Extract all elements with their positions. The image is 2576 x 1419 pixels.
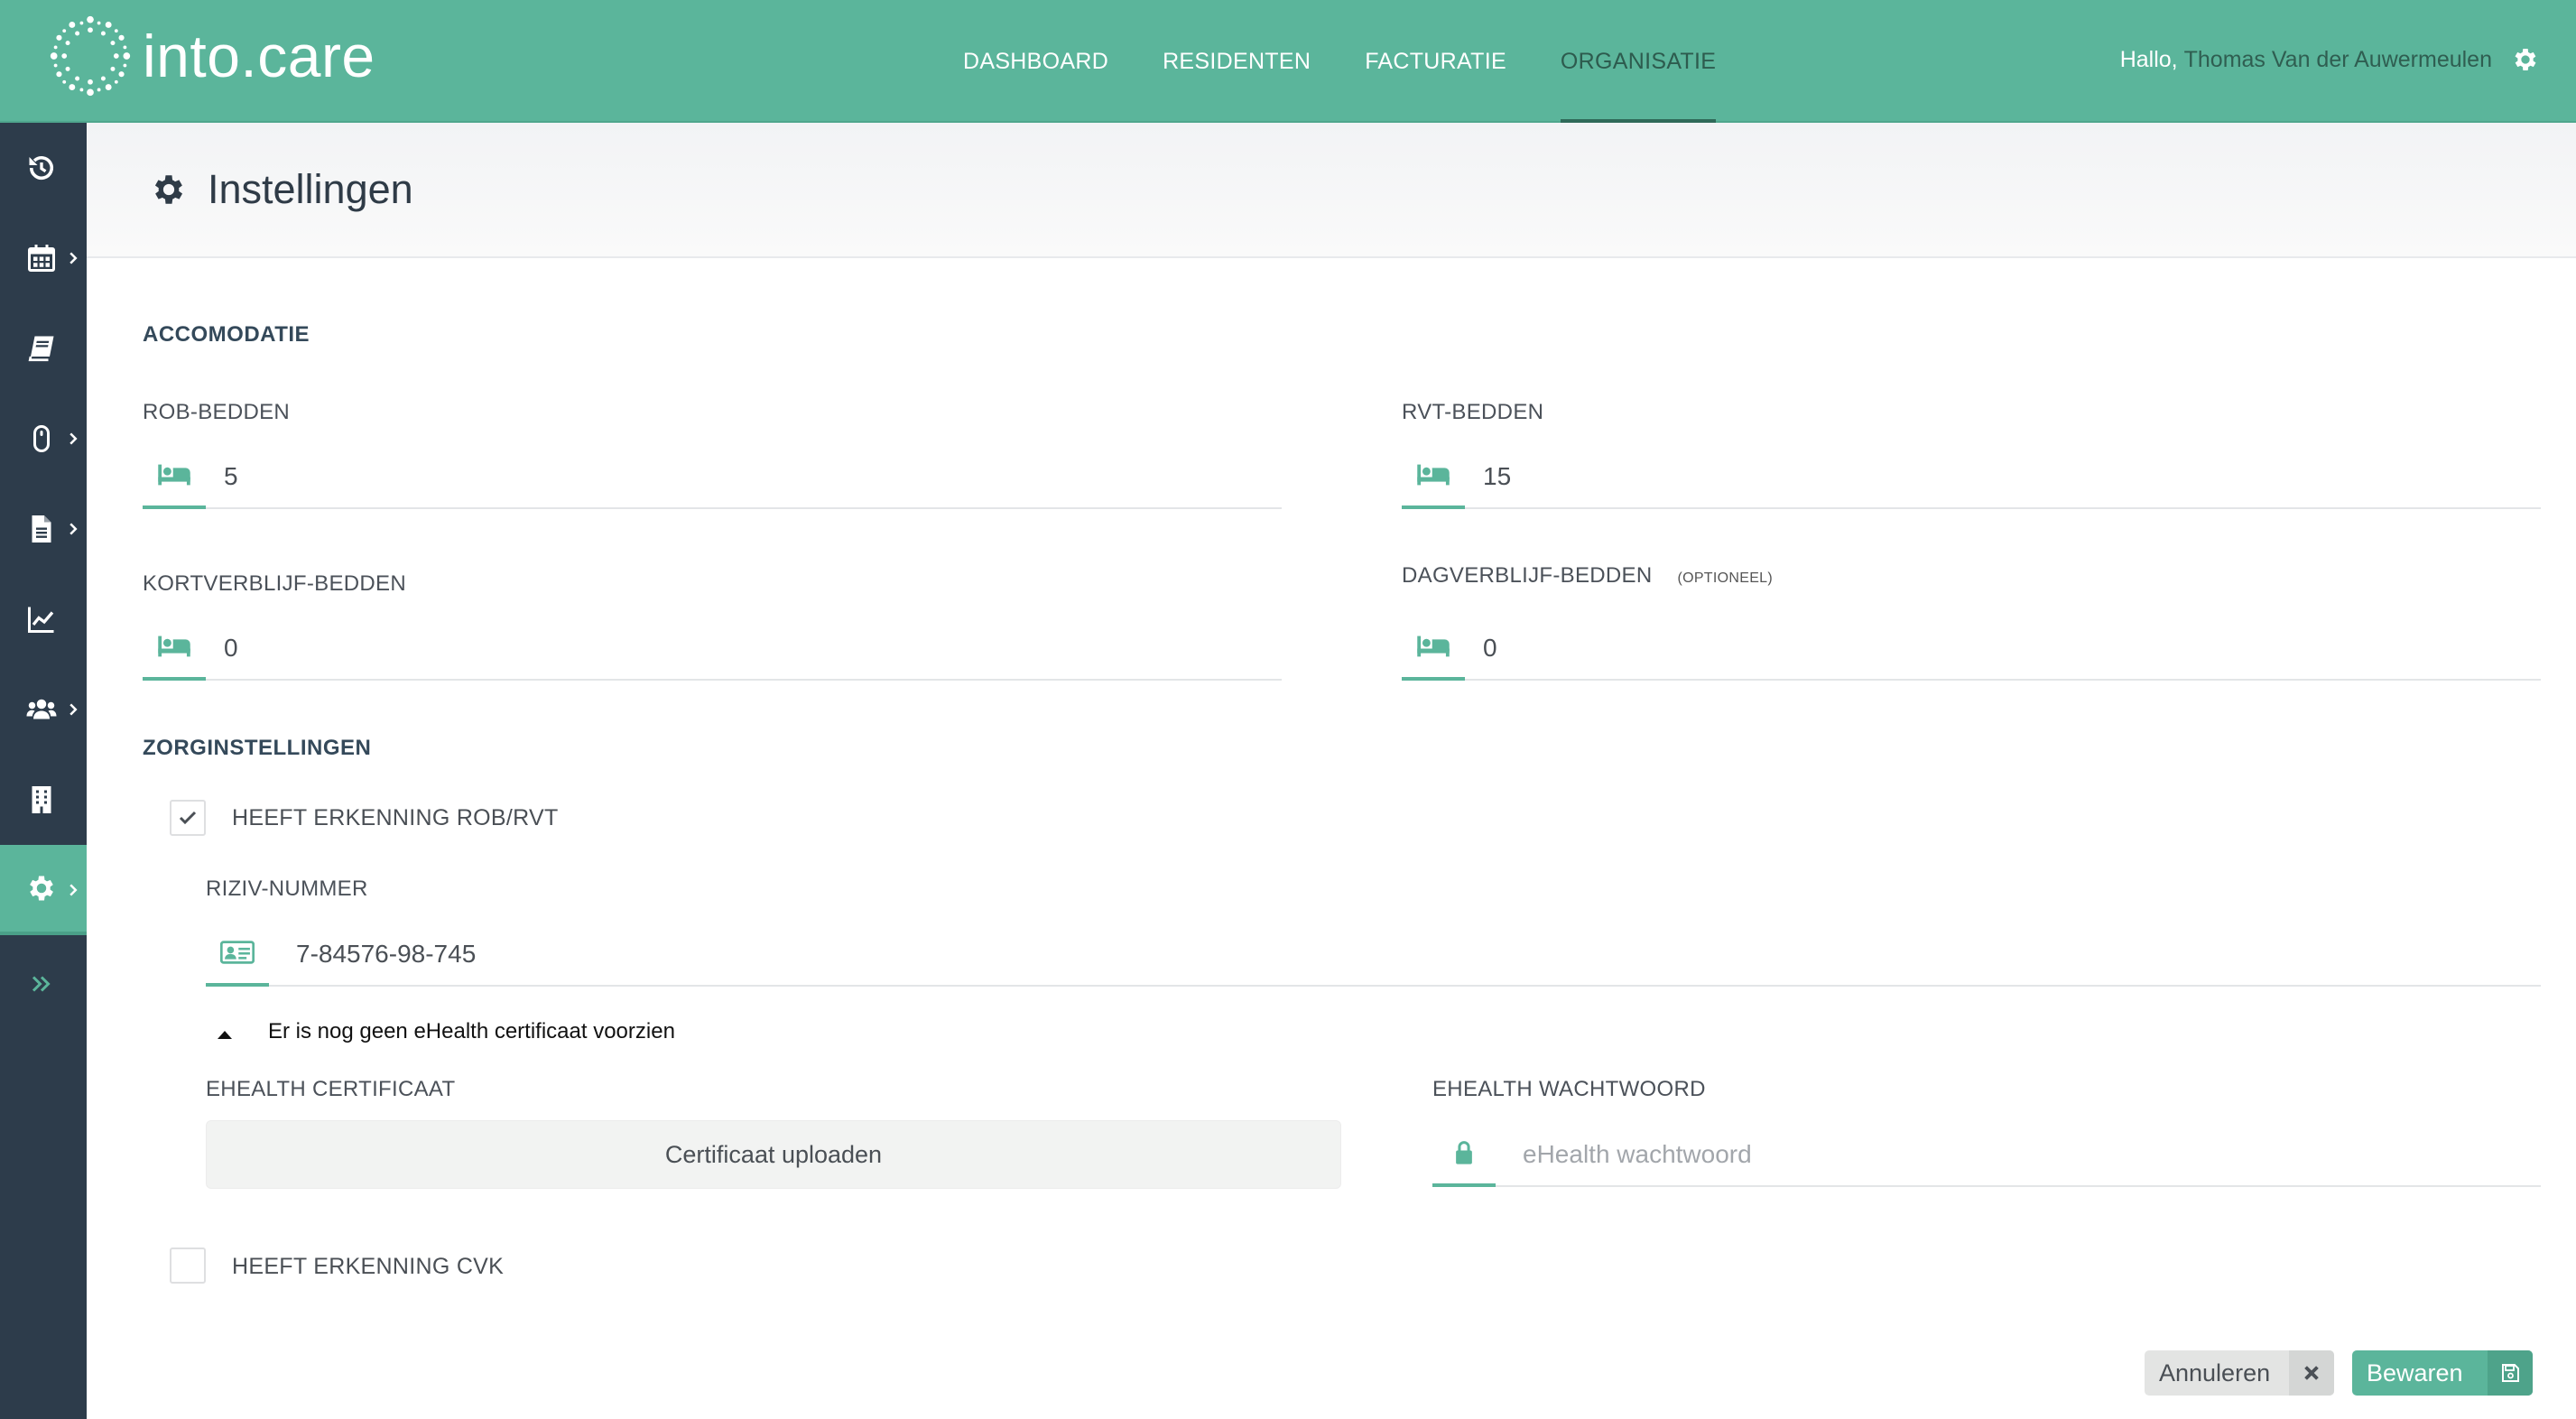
save-icon-wrap [2488,1350,2533,1396]
rob-bedden-label: ROB-BEDDEN [143,400,291,424]
erkenning-rob-rvt-checkbox[interactable] [170,800,206,836]
dagverblijf-bedden-label-text: DAGVERBLIJF-BEDDEN [1402,563,1653,588]
save-icon [2502,1364,2519,1382]
double-chevron-right-icon [32,976,51,992]
save-button-label: Bewaren [2367,1359,2463,1387]
id-card-icon [220,941,255,964]
riziv-nummer-addon [206,920,269,987]
sidebar-item-history[interactable] [0,123,87,213]
sidebar [0,123,87,1419]
users-icon [26,699,57,719]
ehealth-wachtwoord-addon [1432,1120,1496,1187]
close-icon [2304,1366,2319,1380]
nav-residenten[interactable]: RESIDENTEN [1163,0,1311,123]
logo-icon [50,15,131,97]
sidebar-item-documents[interactable] [0,484,87,574]
greeting-text: Hallo, [2119,46,2178,72]
kortverblijf-bedden-addon [143,614,206,681]
ehealth-notice: Er is nog geen eHealth certificaat voorz… [268,1019,675,1043]
checkmark-icon [179,811,197,825]
top-navbar: into.care DASHBOARD RESIDENTEN FACTURATI… [0,0,2576,123]
riziv-nummer-field[interactable]: 7-84576-98-745 [206,920,2541,987]
page-header: Instellingen [87,123,2576,258]
erkenning-cvk-checkbox[interactable] [170,1247,206,1284]
gear-icon [30,876,53,901]
sidebar-item-statistics[interactable] [0,574,87,664]
section-title-zorginstellingen: ZORGINSTELLINGEN [143,736,372,760]
dagverblijf-bedden-field[interactable]: 0 [1402,614,2541,681]
sidebar-item-building[interactable] [0,755,87,845]
gear-icon [154,175,183,204]
section-title-accomodatie: ACCOMODATIE [143,322,310,347]
bed-icon [1417,635,1450,657]
erkenning-cvk-label[interactable]: HEEFT ERKENNING CVK [232,1254,504,1280]
bed-icon [1417,464,1450,486]
brand-logo[interactable]: into.care [47,13,375,99]
document-icon [32,515,51,543]
ehealth-certificaat-label: EHEALTH CERTIFICAAT [206,1077,456,1101]
user-name-link[interactable]: Thomas Van der Auwermeulen [2184,47,2492,73]
line-chart-icon [28,607,54,633]
sidebar-item-mouse[interactable] [0,394,87,484]
rvt-bedden-addon [1402,442,1465,509]
dagverblijf-bedden-addon [1402,614,1465,681]
chevron-right-icon [69,884,78,896]
page-title: Instellingen [208,166,413,212]
riziv-nummer-label: RIZIV-NUMMER [206,876,368,901]
sidebar-item-book[interactable] [0,303,87,394]
optional-tag: (OPTIONEEL) [1677,570,1773,586]
kortverblijf-bedden-value: 0 [224,634,238,662]
nav-organisatie[interactable]: ORGANISATIE [1560,0,1717,123]
rob-bedden-addon [143,442,206,509]
chevron-right-icon [69,703,78,716]
cancel-button[interactable]: Annuleren [2145,1350,2334,1396]
rvt-bedden-value: 15 [1483,462,1512,490]
rob-bedden-field[interactable]: 5 [143,442,1282,509]
mouse-icon [33,425,50,452]
bed-icon [158,635,190,657]
rvt-bedden-field[interactable]: 15 [1402,442,2541,509]
close-icon-wrap [2289,1350,2334,1396]
dagverblijf-bedden-label: DAGVERBLIJF-BEDDEN (OPTIONEEL) [1402,563,1773,589]
bed-icon [158,464,190,486]
rob-bedden-value: 5 [224,462,238,490]
chevron-right-icon [69,523,78,535]
rvt-bedden-label: RVT-BEDDEN [1402,400,1544,424]
user-greeting: Hallo, Thomas Van der Auwermeulen [2120,0,2492,119]
nav-facturatie[interactable]: FACTURATIE [1365,0,1506,123]
sidebar-item-users[interactable] [0,664,87,755]
kortverblijf-bedden-label: KORTVERBLIJF-BEDDEN [143,571,406,596]
sidebar-item-calendar[interactable] [0,213,87,303]
ehealth-wachtwoord-input[interactable]: eHealth wachtwoord [1523,1140,1752,1169]
riziv-nummer-value: 7-84576-98-745 [296,940,477,968]
sidebar-item-settings[interactable] [0,845,87,935]
brand-name: into.care [143,23,375,89]
chevron-right-icon [69,252,78,264]
erkenning-rob-rvt-label[interactable]: HEEFT ERKENNING ROB/RVT [232,805,559,831]
dagverblijf-bedden-value: 0 [1483,634,1497,662]
building-icon [32,786,51,813]
sidebar-expand-toggle[interactable] [0,939,87,1029]
main-nav: DASHBOARD RESIDENTEN FACTURATIE ORGANISA… [963,0,1770,123]
history-icon [29,155,54,181]
ehealth-wachtwoord-field[interactable]: eHealth wachtwoord [1432,1120,2541,1187]
settings-gear-icon[interactable] [2511,45,2540,74]
save-button[interactable]: Bewaren [2352,1350,2533,1396]
book-icon [28,336,54,362]
cancel-button-label: Annuleren [2159,1359,2271,1387]
certificaat-upload-button[interactable]: Certificaat uploaden [206,1120,1341,1189]
kortverblijf-bedden-field[interactable]: 0 [143,614,1282,681]
nav-dashboard[interactable]: DASHBOARD [963,0,1108,123]
caret-up-icon[interactable] [217,1029,233,1040]
chevron-right-icon [69,432,78,445]
ehealth-wachtwoord-label: EHEALTH WACHTWOORD [1432,1077,1706,1101]
lock-icon [1456,1141,1472,1164]
calendar-icon [28,245,55,272]
